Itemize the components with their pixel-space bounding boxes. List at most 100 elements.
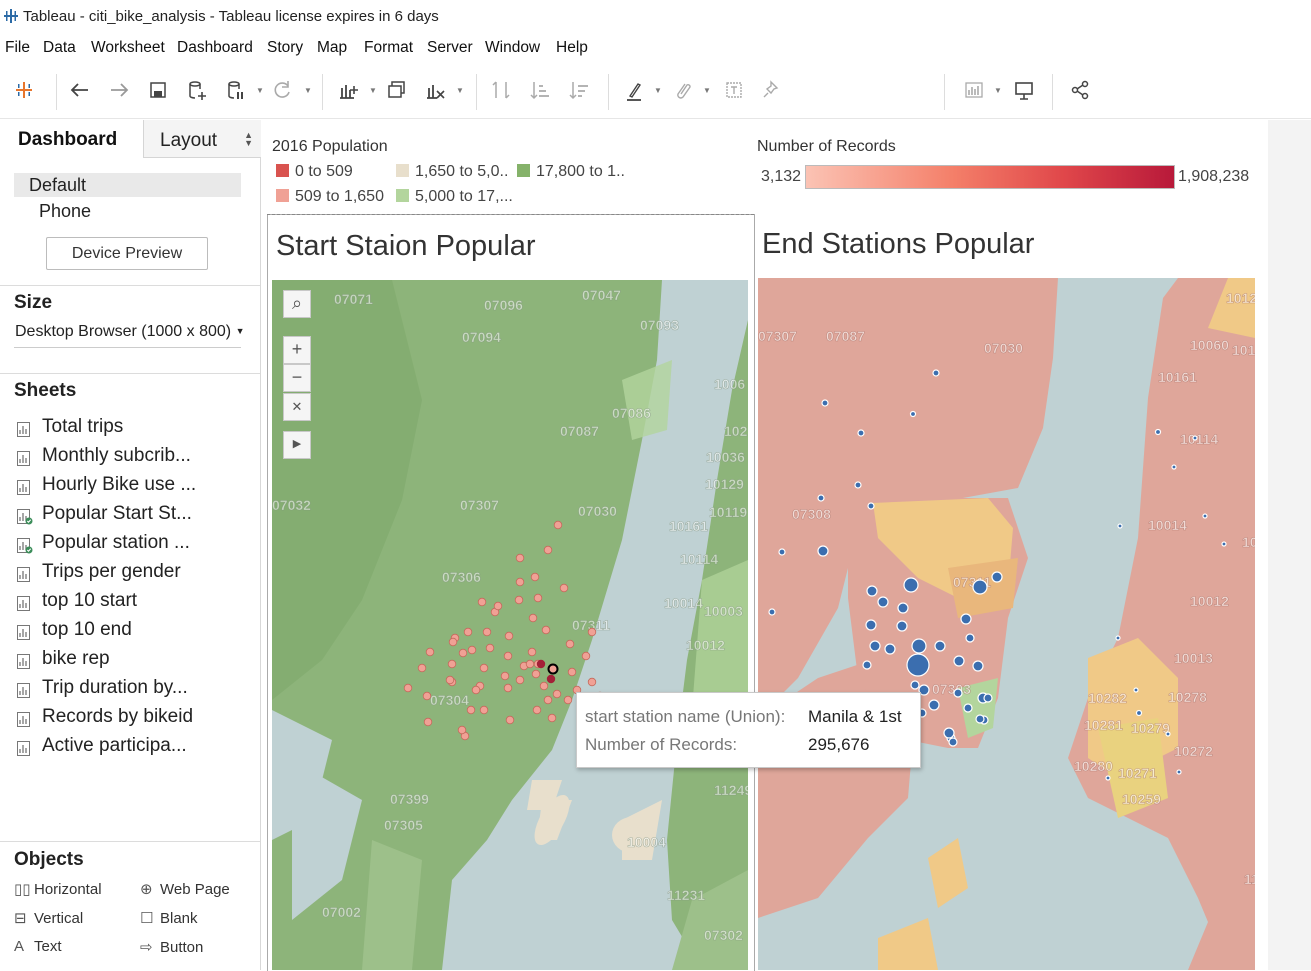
- population-legend-item[interactable]: 5,000 to 17,...: [396, 188, 513, 206]
- station-marker[interactable]: [1165, 731, 1171, 737]
- station-marker[interactable]: [448, 637, 458, 647]
- tableau-logo-icon[interactable]: [10, 76, 38, 104]
- station-marker[interactable]: [857, 429, 865, 437]
- station-marker[interactable]: [991, 571, 1003, 583]
- station-marker[interactable]: [515, 553, 525, 563]
- tab-layout[interactable]: Layout ▲ ▼: [143, 120, 261, 158]
- labels-icon[interactable]: [720, 76, 748, 104]
- station-marker[interactable]: [528, 613, 538, 623]
- station-marker[interactable]: [458, 648, 468, 658]
- station-marker[interactable]: [477, 597, 487, 607]
- station-marker[interactable]: [1171, 464, 1177, 470]
- station-marker[interactable]: [953, 688, 963, 698]
- station-marker[interactable]: [539, 681, 549, 691]
- object-button[interactable]: ⇨ Button: [140, 938, 203, 956]
- station-marker[interactable]: [1115, 635, 1121, 641]
- sheet-item[interactable]: Monthly subcrib...: [16, 445, 256, 471]
- station-marker[interactable]: [768, 608, 776, 616]
- station-marker[interactable]: [943, 727, 955, 739]
- station-marker[interactable]: [543, 545, 553, 555]
- object-text[interactable]: A Text: [14, 938, 62, 955]
- menu-worksheet[interactable]: Worksheet: [91, 39, 165, 57]
- station-marker[interactable]: [471, 685, 481, 695]
- station-marker[interactable]: [515, 675, 525, 685]
- station-marker[interactable]: [525, 659, 535, 669]
- refresh-icon[interactable]: [268, 76, 296, 104]
- station-marker[interactable]: [485, 643, 495, 653]
- station-marker[interactable]: [563, 695, 573, 705]
- size-dropdown[interactable]: Desktop Browser (1000 x 800) ▼: [15, 323, 244, 341]
- station-marker[interactable]: [581, 651, 591, 661]
- station-marker[interactable]: [983, 693, 993, 703]
- station-marker[interactable]: [536, 659, 546, 669]
- sheet-item[interactable]: top 10 end: [16, 619, 256, 645]
- station-marker[interactable]: [543, 695, 553, 705]
- station-marker[interactable]: [417, 663, 427, 673]
- group-icon[interactable]: [668, 76, 696, 104]
- station-marker[interactable]: [884, 643, 896, 655]
- station-marker[interactable]: [553, 520, 563, 530]
- station-marker[interactable]: [896, 620, 908, 632]
- device-default[interactable]: Default: [14, 173, 241, 197]
- station-marker[interactable]: [515, 577, 525, 587]
- swap-icon[interactable]: [487, 76, 515, 104]
- station-marker[interactable]: [403, 683, 413, 693]
- object-blank[interactable]: ☐ Blank: [140, 909, 198, 927]
- station-marker[interactable]: [463, 627, 473, 637]
- sheet-item[interactable]: Hourly Bike use ...: [16, 474, 256, 500]
- station-marker[interactable]: [817, 494, 825, 502]
- station-marker[interactable]: [527, 647, 537, 657]
- pause-updates-icon[interactable]: [222, 76, 250, 104]
- zoom-out-icon[interactable]: −: [283, 364, 311, 392]
- station-marker[interactable]: [910, 680, 920, 690]
- station-marker[interactable]: [447, 659, 457, 669]
- station-marker[interactable]: [1192, 435, 1198, 441]
- end-station-map[interactable]: 07307 07087 07030 10060 10161 10114 10014 07308…: [758, 278, 1255, 970]
- station-marker[interactable]: [1135, 709, 1143, 717]
- menu-window[interactable]: Window: [485, 39, 540, 57]
- station-marker[interactable]: [503, 683, 513, 693]
- station-marker[interactable]: [467, 645, 477, 655]
- station-marker[interactable]: [532, 705, 542, 715]
- station-marker[interactable]: [963, 703, 973, 713]
- forward-icon[interactable]: [105, 76, 133, 104]
- station-marker[interactable]: [1221, 541, 1227, 547]
- station-marker[interactable]: [423, 717, 433, 727]
- back-icon[interactable]: [66, 76, 94, 104]
- new-data-source-icon[interactable]: [183, 76, 211, 104]
- station-marker[interactable]: [552, 689, 562, 699]
- station-marker[interactable]: [1133, 687, 1139, 693]
- object-horizontal[interactable]: ▯▯ Horizontal: [14, 880, 102, 898]
- station-marker[interactable]: [877, 596, 889, 608]
- station-marker[interactable]: [928, 699, 940, 711]
- expand-toolbar-icon[interactable]: ▶: [283, 431, 311, 459]
- show-me-icon[interactable]: [960, 76, 988, 104]
- station-marker[interactable]: [503, 651, 513, 661]
- duplicate-icon[interactable]: [383, 76, 411, 104]
- menu-file[interactable]: File: [5, 39, 30, 57]
- station-marker[interactable]: [906, 653, 930, 677]
- population-legend-item[interactable]: 0 to 509: [276, 163, 353, 181]
- station-marker[interactable]: [493, 601, 503, 611]
- station-marker[interactable]: [934, 640, 946, 652]
- station-marker[interactable]: [1202, 513, 1208, 519]
- tab-dashboard[interactable]: Dashboard: [0, 120, 143, 158]
- highlight-icon[interactable]: [620, 76, 648, 104]
- station-marker[interactable]: [565, 639, 575, 649]
- menu-dashboard[interactable]: Dashboard: [177, 39, 253, 57]
- menu-format[interactable]: Format: [364, 39, 413, 57]
- station-marker[interactable]: [546, 674, 556, 684]
- sort-descending-icon[interactable]: [565, 76, 593, 104]
- station-marker[interactable]: [547, 713, 557, 723]
- sheet-item[interactable]: Records by bikeid: [16, 706, 256, 732]
- station-marker[interactable]: [866, 585, 878, 597]
- station-marker[interactable]: [567, 667, 577, 677]
- station-marker[interactable]: [972, 579, 988, 595]
- population-legend-item[interactable]: 509 to 1,650: [276, 188, 384, 206]
- station-marker[interactable]: [445, 675, 455, 685]
- station-marker[interactable]: [948, 737, 958, 747]
- station-marker[interactable]: [587, 677, 597, 687]
- menu-help[interactable]: Help: [556, 39, 588, 57]
- station-marker[interactable]: [541, 625, 551, 635]
- station-marker[interactable]: [932, 369, 940, 377]
